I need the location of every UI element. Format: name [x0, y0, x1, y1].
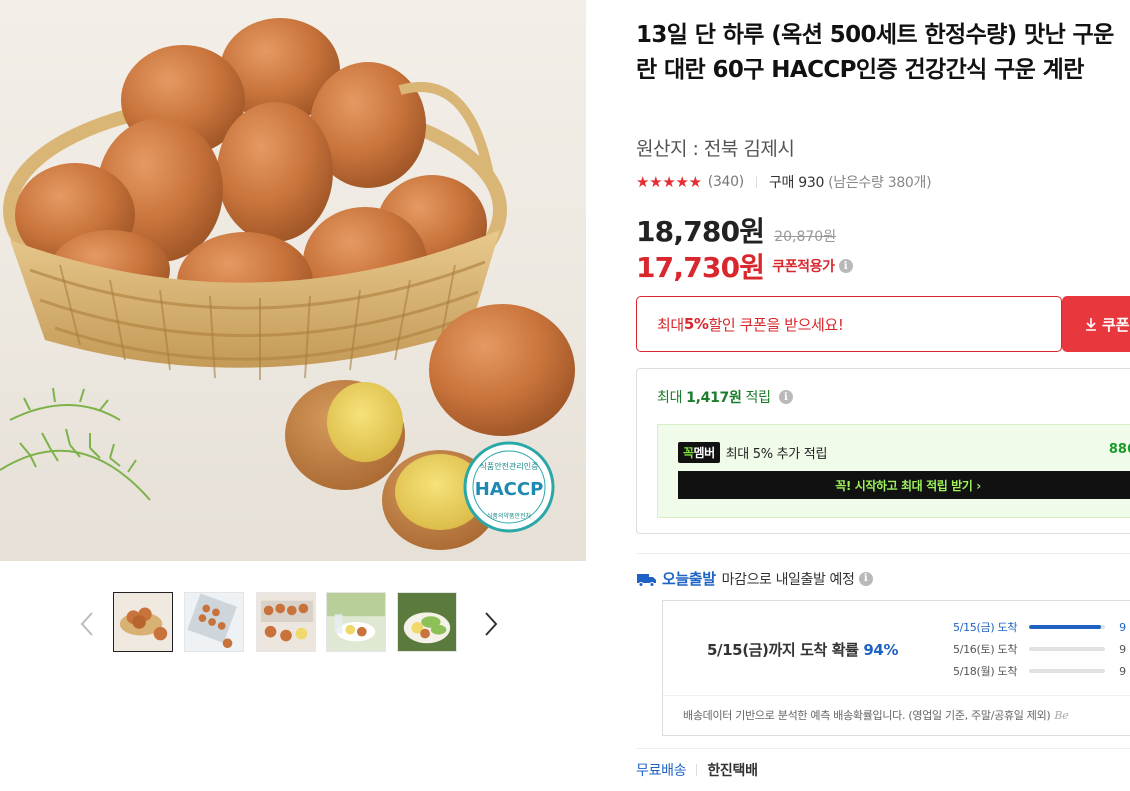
- forecast-row: 5/18(월) 도착 9: [953, 664, 1126, 679]
- courier-name: 한진택배: [707, 763, 758, 779]
- coupon-price-row: 17,730원 쿠폰적용가 i: [636, 246, 853, 286]
- original-price: 20,870원: [774, 229, 837, 245]
- thumbnail-2[interactable]: [184, 592, 244, 652]
- thumbnail-strip: [0, 561, 586, 683]
- product-title: 13일 단 하루 (옥션 500세트 한정수량) 맛난 구운란 대란 60구 H…: [636, 22, 1114, 83]
- coupon-price: 17,730원: [636, 251, 765, 284]
- haccp-badge: 식품안전관리인증 HACCP 식품의약품안전처: [463, 441, 555, 533]
- points-suffix: 적립: [745, 390, 771, 406]
- thumbnail-1[interactable]: [113, 592, 173, 652]
- truck-icon: [637, 573, 656, 587]
- forecast-row: 5/15(금) 도착 9: [953, 620, 1126, 635]
- coupon-button-label: 쿠폰: [1102, 315, 1130, 334]
- rating-row: ★ ★ ★ ★ ★ (340) 구매 930 (남은수량 380개): [636, 172, 932, 192]
- forecast-brand: Be: [1054, 709, 1069, 722]
- thumb-prev-button[interactable]: [76, 609, 98, 639]
- delivery-forecast-box: 5/15(금)까지 도착 확률 94% 5/15(금) 도착 9 5/16(토)…: [662, 600, 1130, 736]
- member-amount: 886: [1108, 442, 1130, 457]
- haccp-bottom-text: 식품의약품안전처: [487, 512, 531, 520]
- shipping-header: 오늘출발 마감으로 내일출발 예정 i: [636, 568, 873, 589]
- divider: [636, 748, 1130, 749]
- chevron-right-icon: [485, 612, 498, 636]
- chevron-left-icon: [80, 612, 93, 636]
- purchase-count: 구매 930: [768, 175, 825, 191]
- thumb-next-button[interactable]: [480, 609, 502, 639]
- forecast-row: 5/16(토) 도착 9: [953, 642, 1126, 657]
- info-icon[interactable]: i: [858, 571, 873, 586]
- info-icon[interactable]: i: [778, 390, 793, 404]
- today-ship-label: 오늘출발: [662, 570, 716, 588]
- divider: [663, 695, 1130, 696]
- points-prefix: 최대: [657, 390, 683, 406]
- star-icon: ★: [636, 173, 650, 191]
- forecast-main: 5/15(금)까지 도착 확률 94%: [707, 641, 899, 659]
- product-info-panel: 13일 단 하루 (옥션 500세트 한정수량) 맛난 구운란 대란 60구 H…: [636, 0, 1130, 791]
- coupon-msg-pct: 5%: [683, 315, 709, 333]
- divider: [636, 553, 1130, 554]
- sale-price: 18,780원: [636, 215, 765, 248]
- star-rating[interactable]: ★ ★ ★ ★ ★: [636, 172, 702, 192]
- star-icon: ★: [649, 173, 663, 191]
- points-box: 최대 1,417원 적립 i 꼭멤버 최대 5% 추가 적립 886 꼭! 시작…: [636, 368, 1130, 534]
- points-line: 최대 1,417원 적립 i: [657, 387, 793, 407]
- forecast-bar: [1029, 647, 1106, 651]
- product-origin: 원산지 : 전북 김제시: [636, 138, 795, 160]
- member-badge: 꼭멤버: [678, 442, 720, 463]
- divider: [755, 176, 757, 188]
- egg-basket-illustration: 식품안전관리인증 HACCP 식품의약품안전처: [0, 18, 575, 550]
- coupon-download-button[interactable]: 쿠폰: [1062, 296, 1130, 352]
- member-line: 꼭멤버 최대 5% 추가 적립: [678, 442, 827, 463]
- forecast-pct: 94%: [863, 641, 899, 659]
- member-cta-button[interactable]: 꼭! 시작하고 최대 적립 받기 ›: [678, 471, 1130, 499]
- star-icon: ★: [675, 173, 689, 191]
- product-main-image: 식품안전관리인증 HACCP 식품의약품안전처: [0, 0, 586, 561]
- free-shipping-label: 무료배송: [636, 763, 687, 779]
- remaining-quantity: (남은수량 380개): [828, 175, 932, 191]
- haccp-top-text: 식품안전관리인증: [480, 461, 539, 471]
- download-icon: [1086, 318, 1096, 331]
- price-row: 18,780원 20,870원: [636, 210, 836, 250]
- ship-desc: 마감으로 내일출발 예정: [721, 571, 855, 588]
- haccp-main-text: HACCP: [475, 479, 544, 500]
- points-amount: 1,417원: [686, 390, 742, 406]
- forecast-bar: [1029, 625, 1106, 629]
- delivery-row: 무료배송 한진택배: [636, 760, 758, 780]
- coupon-msg-prefix: 최대: [657, 315, 684, 334]
- divider: [696, 764, 698, 776]
- info-icon[interactable]: i: [838, 259, 853, 273]
- coupon-banner[interactable]: 최대 5% 할인 쿠폰을 받으세요!: [636, 296, 1062, 352]
- thumbnail-4[interactable]: [326, 592, 386, 652]
- coupon-price-label: 쿠폰적용가: [772, 259, 835, 275]
- thumbnail-5[interactable]: [397, 592, 457, 652]
- forecast-bar: [1029, 669, 1106, 673]
- member-benefit-text: 최대 5% 추가 적립: [725, 447, 828, 462]
- forecast-note: 배송데이터 기반으로 분석한 예측 배송확률입니다. (영업일 기준, 주말/공…: [683, 709, 1069, 722]
- star-icon: ★: [662, 173, 676, 191]
- coupon-msg-suffix: 할인 쿠폰을 받으세요!: [708, 315, 844, 334]
- star-half-icon: ★: [688, 173, 702, 191]
- review-count[interactable]: (340): [708, 174, 744, 190]
- thumbnail-3[interactable]: [256, 592, 316, 652]
- member-benefit-box: 꼭멤버 최대 5% 추가 적립 886 꼭! 시작하고 최대 적립 받기 ›: [657, 424, 1130, 518]
